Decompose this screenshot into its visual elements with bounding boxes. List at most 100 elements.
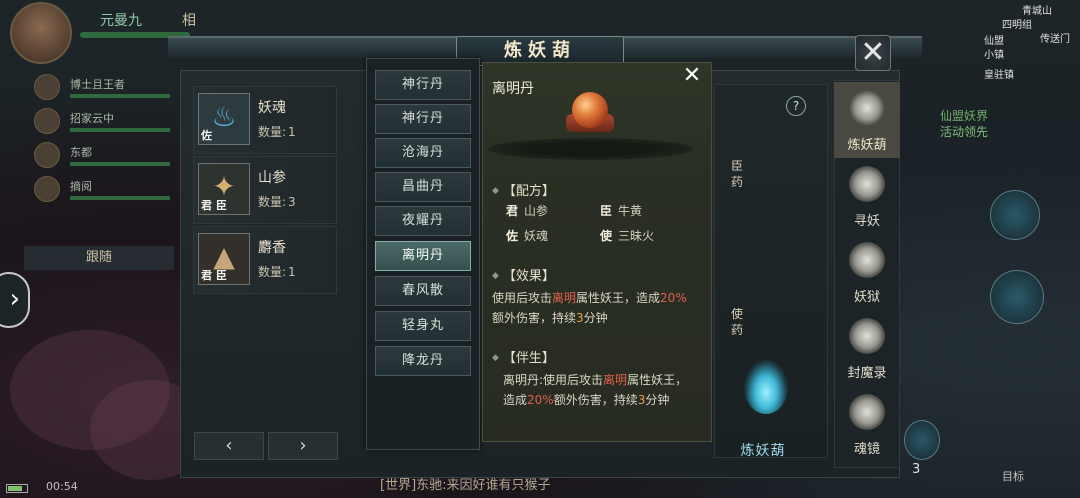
pill-stand xyxy=(488,138,694,160)
companion-percent: 20% xyxy=(527,393,554,407)
companion-part: 分钟 xyxy=(645,393,670,407)
ingredient-name: 妖魂 xyxy=(524,229,549,243)
effect-heading: ◆ 【效果】 xyxy=(492,265,555,284)
map-label: 四明组 xyxy=(1002,20,1032,31)
effect-part: 使用后攻击 xyxy=(492,291,553,305)
map-label: 青城山 xyxy=(1022,6,1052,17)
tab-seal-record[interactable]: 封魔录 xyxy=(834,310,900,386)
avatar xyxy=(34,142,60,168)
recipe-item[interactable]: 夜耀丹 xyxy=(375,206,471,236)
recipe-item[interactable]: 春风散 xyxy=(375,276,471,306)
team-member-name: 招家云中 xyxy=(70,112,114,125)
recipe-item[interactable]: 昌曲丹 xyxy=(375,172,471,202)
skill-cooldown: 3 xyxy=(912,462,921,477)
companion-heading: ◆ 【伴生】 xyxy=(492,347,555,366)
recipe-item[interactable]: 神行丹 xyxy=(375,104,471,134)
recipe-item[interactable]: 沧海丹 xyxy=(375,138,471,168)
team-member[interactable]: 招家云中 xyxy=(4,106,174,140)
fox-icon xyxy=(849,394,885,430)
detail-close-button[interactable]: ✕ xyxy=(680,64,704,88)
team-member[interactable]: 摘阅 xyxy=(4,174,174,208)
avatar xyxy=(34,108,60,134)
compass-icon xyxy=(849,166,885,202)
effect-part: 额外伤害，持续 xyxy=(492,311,577,325)
effect-part: 属性妖王，造成 xyxy=(576,291,661,305)
refine-button[interactable]: 炼妖葫 xyxy=(730,438,796,464)
follow-button[interactable]: 跟随 xyxy=(24,246,174,270)
map-label: 传送门 xyxy=(1040,34,1070,45)
map-label: 仙盟 xyxy=(984,36,1004,47)
map-label: 皇驻镇 xyxy=(984,70,1014,81)
material-name: 妖魂 xyxy=(258,100,286,116)
team-member[interactable]: 东都 xyxy=(4,140,174,174)
formula-heading: ◆ 【配方】 xyxy=(492,180,555,199)
next-page-button[interactable]: › xyxy=(268,432,338,460)
player-name: 元曼九 xyxy=(100,13,142,29)
prev-page-button[interactable]: ‹ xyxy=(194,432,264,460)
window-close-button[interactable]: ✕ xyxy=(855,35,891,71)
material-list: ♨ 佐 妖魂 数量: 1 ✦ 君 臣 山参 数量: 3 ▲ 君 臣 麝香 数量: 1 xyxy=(193,86,337,294)
effect-part: 分钟 xyxy=(583,311,608,325)
effect-heading-text: 【效果】 xyxy=(502,269,555,284)
tab-seek-demon[interactable]: 寻妖 xyxy=(834,158,900,234)
minimap-labels[interactable]: 青城山 四明组 小镇 仙盟 皇驻镇 传送门 xyxy=(982,0,1080,81)
quantity-label: 数量: xyxy=(258,125,287,139)
companion-part: 离明丹:使用后攻击 xyxy=(503,373,604,387)
team-member[interactable]: 博士且王者 xyxy=(4,72,174,106)
demon-mask-icon xyxy=(849,318,885,354)
quantity-label: 数量: xyxy=(258,265,287,279)
skill-button[interactable] xyxy=(904,420,940,460)
map-label: 小镇 xyxy=(984,50,1004,61)
team-member-name: 摘阅 xyxy=(70,180,92,193)
avatar xyxy=(34,74,60,100)
material-name: 山参 xyxy=(258,170,286,186)
quantity-value: 1 xyxy=(288,265,296,279)
companion-part: 额外伤害，持续 xyxy=(553,393,638,407)
team-member-hp-bar xyxy=(70,94,170,98)
team-member-hp-bar xyxy=(70,196,170,200)
team-member-hp-bar xyxy=(70,128,170,132)
tab-soul-mirror[interactable]: 魂镜 xyxy=(834,386,900,462)
formula-ingredient: 君山参 xyxy=(506,202,548,219)
target-button[interactable]: 目标 xyxy=(1002,468,1024,484)
expand-arrow-icon[interactable]: › xyxy=(0,272,30,328)
diamond-icon: ◆ xyxy=(492,271,499,281)
recipe-item-selected[interactable]: 离明丹 xyxy=(375,241,471,271)
material-item[interactable]: ▲ 君 臣 麝香 数量: 1 xyxy=(193,226,337,294)
tab-label: 寻妖 xyxy=(853,214,880,229)
companion-element: 离明 xyxy=(603,373,628,387)
help-icon[interactable]: ? xyxy=(786,96,806,116)
tab-refine-gourd[interactable]: 炼妖葫 xyxy=(834,82,900,158)
envoy-herb-label: 使药 xyxy=(730,307,743,337)
material-item[interactable]: ♨ 佐 妖魂 数量: 1 xyxy=(193,86,337,154)
material-item[interactable]: ✦ 君 臣 山参 数量: 3 xyxy=(193,156,337,224)
effect-element: 离明 xyxy=(552,291,577,305)
ingredient-role: 臣 xyxy=(600,204,613,218)
quantity-value: 1 xyxy=(288,125,296,139)
tab-demon-prison[interactable]: 妖狱 xyxy=(834,234,900,310)
player-avatar[interactable] xyxy=(10,2,72,64)
clock: 00:54 xyxy=(46,480,78,493)
recipe-item[interactable]: 神行丹 xyxy=(375,70,471,100)
event-line: 仙盟妖界 xyxy=(940,109,989,123)
skill-button[interactable] xyxy=(990,190,1040,240)
event-notice[interactable]: 仙盟妖界 活动领先 xyxy=(940,108,988,140)
material-quantity: 数量: 3 xyxy=(258,193,296,210)
team-member-hp-bar xyxy=(70,162,170,166)
event-line: 活动领先 xyxy=(940,125,989,139)
recipe-item[interactable]: 轻身丸 xyxy=(375,311,471,341)
formula-ingredient: 臣牛黄 xyxy=(600,202,642,219)
ingredient-role: 佐 xyxy=(506,229,519,243)
tab-label: 妖狱 xyxy=(853,290,880,305)
recipe-item[interactable]: 降龙丹 xyxy=(375,346,471,376)
skill-button[interactable] xyxy=(990,270,1044,324)
companion-text: 离明丹:使用后攻击离明属性妖王，造成20%额外伤害，持续3分钟 xyxy=(503,370,693,410)
diamond-icon: ◆ xyxy=(492,353,499,363)
soul-flame-icon: ♨ 佐 xyxy=(198,93,250,145)
avatar xyxy=(34,176,60,202)
recipe-detail-title: 离明丹 xyxy=(492,81,534,97)
team-member-name: 博士且王者 xyxy=(70,78,125,91)
effect-duration: 3 xyxy=(576,311,584,325)
ginseng-icon: ✦ 君 臣 xyxy=(198,163,250,215)
material-name: 麝香 xyxy=(258,240,286,256)
